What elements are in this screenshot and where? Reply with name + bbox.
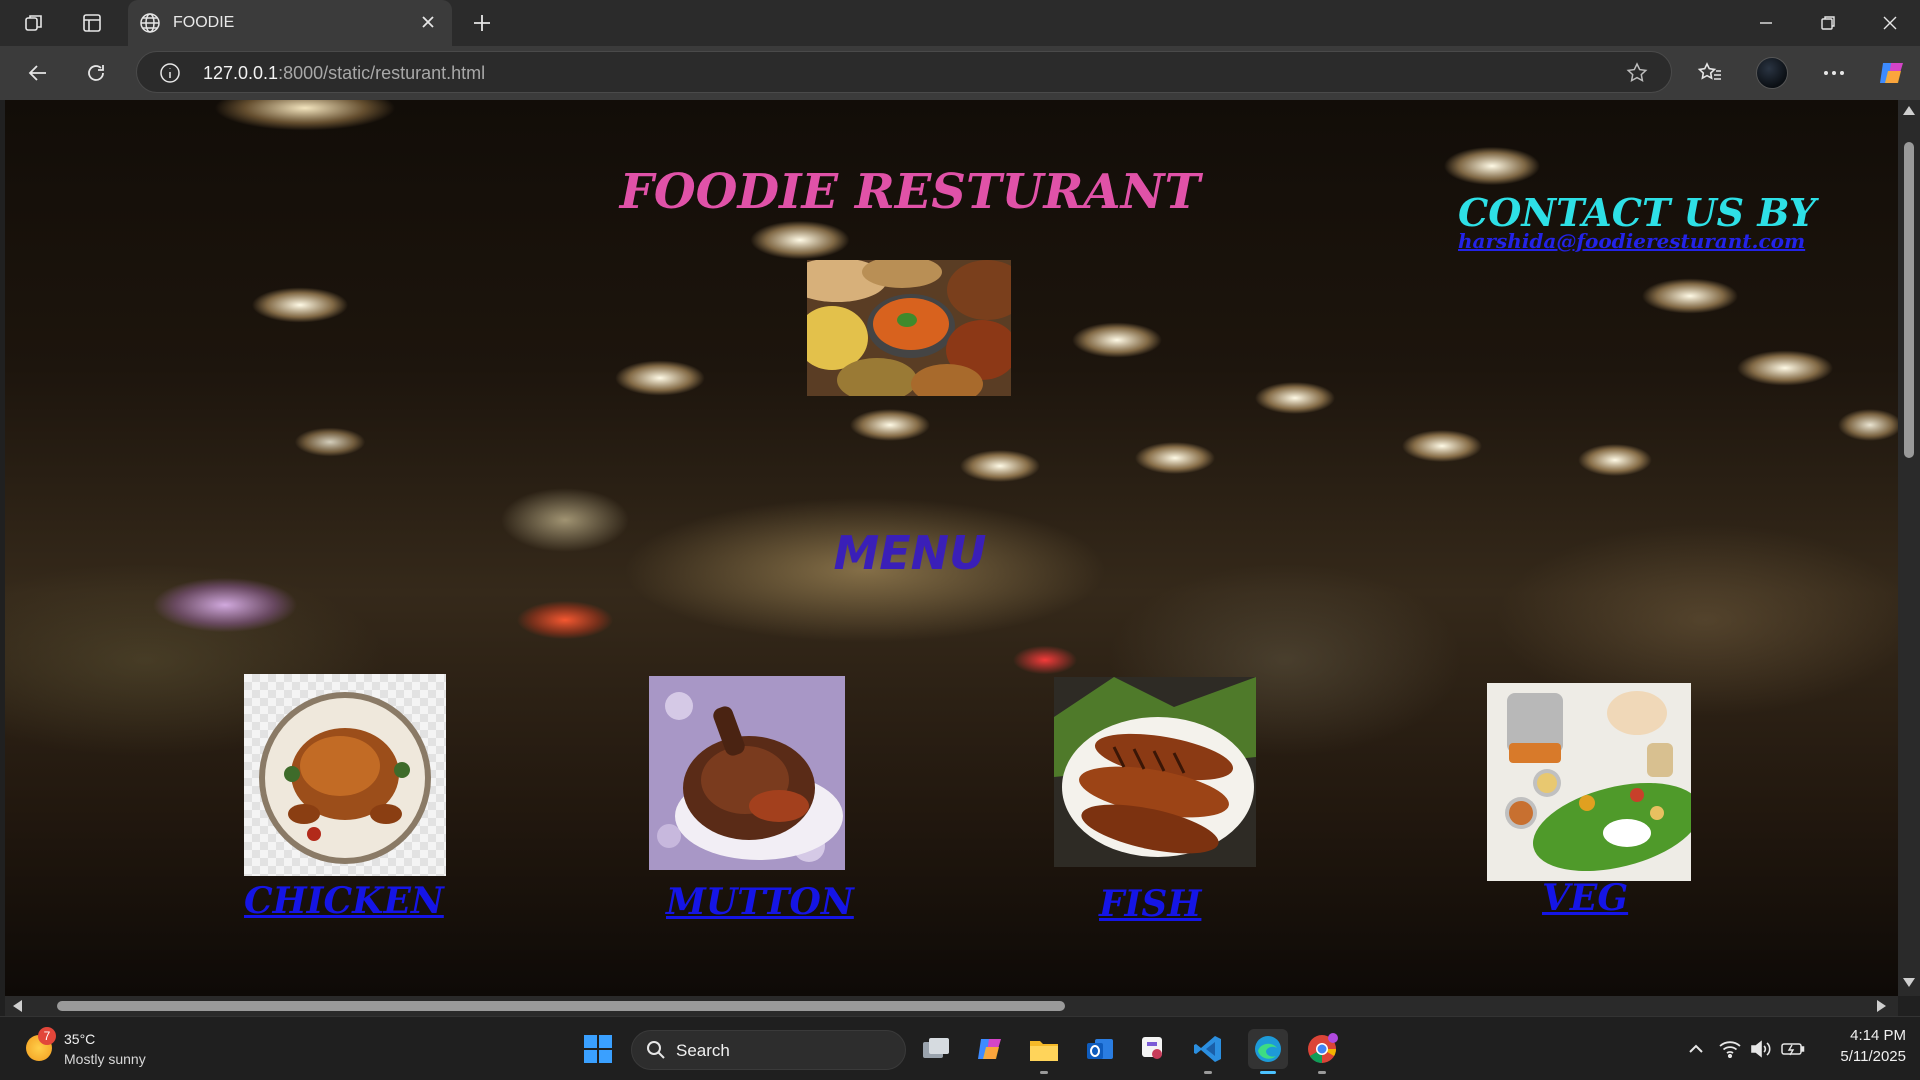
vertical-scrollbar[interactable] (1898, 100, 1920, 996)
search-icon (646, 1040, 666, 1065)
snipping-tool-icon[interactable] (1136, 1031, 1172, 1067)
weather-desc: Mostly sunny (64, 1051, 146, 1067)
running-indicator (1204, 1071, 1212, 1074)
contact-email-link[interactable]: harshida@foodieresturant.com (1458, 229, 1816, 253)
close-tab-icon[interactable] (420, 14, 436, 35)
favorites-icon[interactable] (1692, 56, 1728, 90)
veg-image[interactable] (1487, 683, 1691, 881)
vscode-icon[interactable] (1190, 1031, 1226, 1074)
clock-date: 5/11/2025 (1840, 1048, 1906, 1065)
search-label: Search (676, 1041, 730, 1060)
tab-title: FOODIE (173, 14, 235, 31)
taskbar: 7 35°C Mostly sunny Search 4:14 PM 5/11/… (0, 1016, 1920, 1080)
copilot-taskbar-icon[interactable] (972, 1031, 1008, 1067)
fish-image[interactable] (1054, 677, 1256, 867)
horizontal-scroll-thumb[interactable] (57, 1001, 1065, 1011)
chicken-link[interactable]: CHICKEN (244, 880, 444, 922)
veg-link[interactable]: VEG (1542, 877, 1628, 919)
clock[interactable]: 4:14 PM 5/11/2025 (1818, 1027, 1906, 1071)
chrome-icon[interactable] (1304, 1031, 1340, 1074)
outlook-icon[interactable] (1082, 1031, 1118, 1067)
hero-food-image (807, 260, 1011, 396)
globe-icon (138, 11, 162, 40)
scroll-right-arrow-icon[interactable] (1877, 1000, 1886, 1012)
clock-time: 4:14 PM (1850, 1027, 1906, 1044)
menu-heading: MENU (833, 526, 987, 580)
taskbar-search[interactable]: Search (631, 1030, 906, 1070)
site-info-icon[interactable] (159, 62, 181, 89)
file-explorer-icon[interactable] (1026, 1031, 1062, 1074)
volume-icon[interactable] (1748, 1031, 1774, 1067)
tab-foodie[interactable]: FOODIE (128, 0, 452, 46)
url-bar[interactable]: 127.0.0.1:8000/static/resturant.html (136, 51, 1672, 93)
new-tab-icon[interactable] (466, 8, 498, 38)
mutton-link[interactable]: MUTTON (666, 881, 854, 923)
close-window-icon[interactable] (1868, 8, 1912, 38)
copilot-icon[interactable] (1874, 56, 1910, 90)
weather-widget[interactable]: 7 35°C Mostly sunny (20, 1027, 170, 1071)
wifi-icon[interactable] (1717, 1031, 1743, 1067)
running-indicator (1318, 1071, 1326, 1074)
contact-section: CONTACT US BY harshida@foodieresturant.c… (1458, 190, 1816, 253)
refresh-icon[interactable] (78, 56, 114, 90)
page-viewport: FOODIE RESTURANT CONTACT US BY harshida@… (5, 100, 1898, 996)
profile-avatar[interactable] (1756, 57, 1788, 89)
scroll-down-arrow-icon[interactable] (1903, 978, 1915, 987)
fish-link[interactable]: FISH (1099, 883, 1201, 925)
workspaces-icon[interactable] (18, 8, 50, 38)
running-indicator (1040, 1071, 1048, 1074)
restore-icon[interactable] (1806, 8, 1850, 38)
chicken-image[interactable] (244, 674, 446, 876)
minimize-icon[interactable] (1744, 8, 1788, 38)
active-indicator (1260, 1071, 1276, 1074)
mutton-image[interactable] (649, 676, 845, 870)
battery-icon[interactable] (1779, 1031, 1807, 1067)
address-toolbar: 127.0.0.1:8000/static/resturant.html (0, 46, 1920, 100)
scroll-up-arrow-icon[interactable] (1903, 106, 1915, 115)
tab-actions-icon[interactable] (76, 8, 108, 38)
scroll-left-arrow-icon[interactable] (13, 1000, 22, 1012)
windows-start-icon[interactable] (580, 1031, 616, 1067)
horizontal-scrollbar[interactable] (5, 996, 1898, 1016)
weather-temp: 35°C (64, 1031, 96, 1047)
favorite-star-icon[interactable] (1625, 61, 1649, 90)
weather-badge: 7 (38, 1027, 56, 1045)
back-icon[interactable] (20, 56, 56, 90)
more-options-icon[interactable] (1816, 56, 1852, 90)
show-hidden-icons-chevron-icon[interactable] (1678, 1031, 1714, 1067)
browser-tab-bar: FOODIE (0, 0, 1920, 46)
task-view-icon[interactable] (918, 1031, 954, 1067)
vertical-scroll-thumb[interactable] (1904, 142, 1914, 458)
url-text: 127.0.0.1:8000/static/resturant.html (203, 63, 486, 83)
edge-icon[interactable] (1248, 1029, 1288, 1074)
